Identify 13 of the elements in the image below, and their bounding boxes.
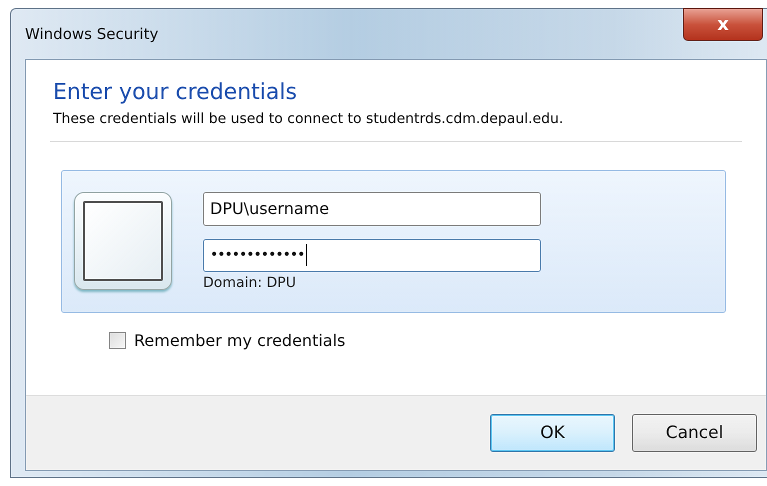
dialog-description: These credentials will be used to connect to studentrds.cdm.depaul.edu. (53, 111, 564, 127)
domain-label: Domain: DPU (203, 275, 297, 291)
user-tile-icon (74, 192, 172, 290)
remember-label: Remember my credentials (134, 331, 346, 350)
dialog-button[interactable]: OK (490, 414, 615, 452)
dialog-heading: Enter your credentials (53, 80, 298, 105)
remember-checkbox[interactable] (109, 332, 126, 349)
close-button[interactable]: x (683, 8, 763, 41)
username-field[interactable]: DPU\username (203, 192, 541, 226)
window-title: Windows Security (25, 25, 158, 43)
credential-tile[interactable]: DPU\username ••••••••••••• Domain: DPU (61, 170, 726, 313)
dialog-button[interactable]: Cancel (632, 414, 757, 452)
password-field[interactable]: ••••••••••••• (203, 238, 541, 272)
